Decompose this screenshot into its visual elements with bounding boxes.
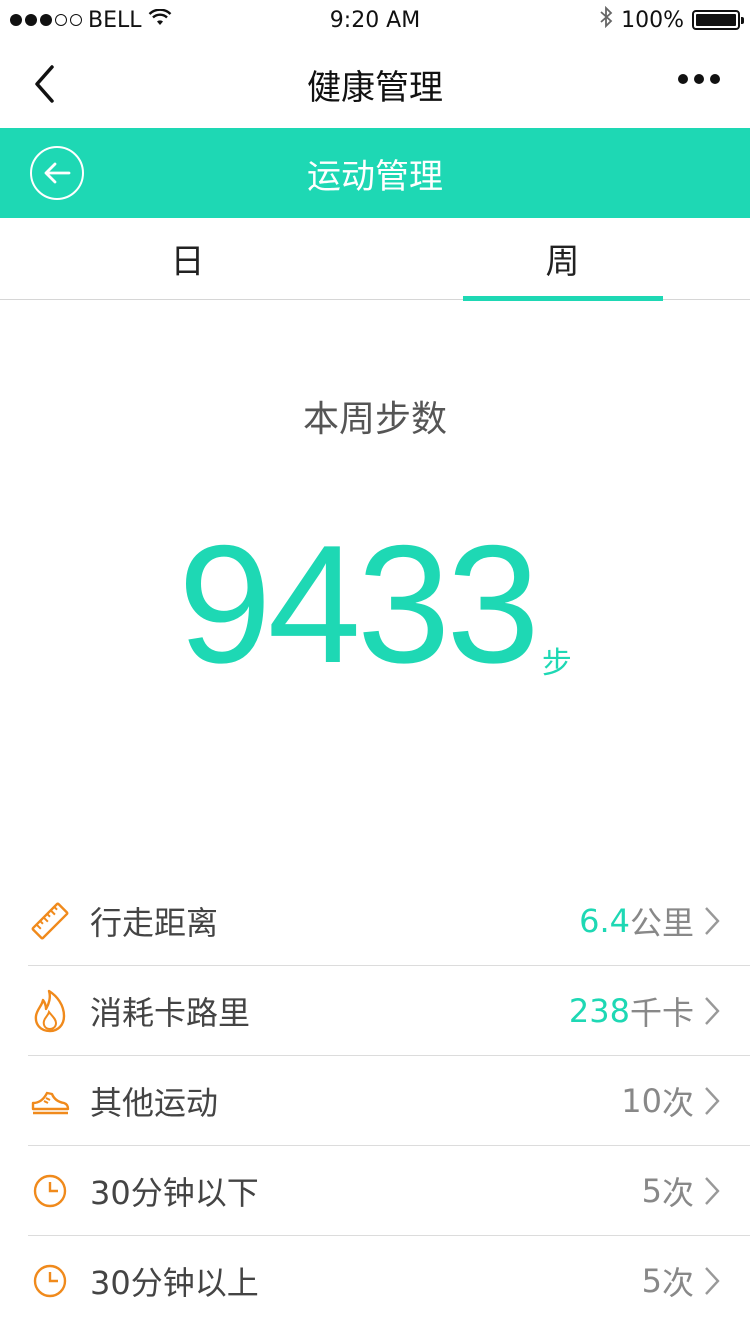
list-item-label: 其他运动 (90, 1083, 219, 1122)
steps-count: 9433 (178, 510, 540, 698)
carrier-label: BELL (88, 7, 142, 33)
tab-day[interactable]: 日 (0, 218, 375, 299)
clock-icon (28, 1169, 72, 1213)
value-number: 6.4 (579, 901, 630, 940)
list-item-label: 消耗卡路里 (90, 993, 251, 1032)
weekly-steps-label: 本周步数 (302, 399, 447, 440)
wifi-icon (148, 8, 172, 33)
stats-list: 行走距离 6.4 公里 消耗卡路里 238 千卡 其他运动 10 次 30分钟以… (28, 876, 750, 1326)
section-header: 运动管理 (0, 128, 750, 218)
value-unit: 公里 (629, 903, 694, 942)
value-unit: 次 (661, 1173, 694, 1212)
arrow-left-circle-icon (44, 162, 71, 184)
chevron-right-icon (704, 996, 722, 1026)
list-item-under-30min[interactable]: 30分钟以下 5 次 (28, 1146, 750, 1236)
value-unit: 千卡 (629, 993, 694, 1032)
value-unit: 次 (661, 1083, 694, 1122)
tab-week[interactable]: 周 (375, 218, 750, 301)
steps-display: 9433 步 (0, 520, 750, 688)
list-item-value: 6.4 公里 (579, 898, 722, 944)
list-item-other-sports[interactable]: 其他运动 10 次 (28, 1056, 750, 1146)
status-bar: BELL 9:20 AM 100% (0, 0, 750, 40)
list-item-value: 5 次 (642, 1258, 722, 1304)
value-number: 5 (641, 1262, 662, 1300)
chevron-right-icon (704, 1086, 722, 1116)
section-title: 运动管理 (307, 156, 443, 197)
value-number: 10 (621, 1081, 662, 1120)
value-unit: 次 (661, 1264, 694, 1302)
chevron-right-icon (704, 906, 722, 936)
signal-strength-icon (10, 14, 82, 26)
more-button[interactable] (678, 74, 720, 84)
nav-bar: 健康管理 (0, 40, 750, 128)
battery-icon (692, 10, 744, 30)
value-number: 5 (641, 1171, 662, 1210)
back-button[interactable] (24, 62, 64, 106)
page-title: 健康管理 (307, 67, 443, 108)
list-item-label: 30分钟以上 (90, 1264, 259, 1302)
ruler-icon (28, 899, 72, 943)
bluetooth-icon (599, 5, 613, 34)
flame-icon (28, 989, 72, 1033)
list-item-value: 5 次 (642, 1168, 722, 1214)
battery-fill (696, 14, 736, 26)
list-item-value: 238 千卡 (569, 988, 722, 1034)
list-item-calories[interactable]: 消耗卡路里 238 千卡 (28, 966, 750, 1056)
clock-icon (28, 1259, 72, 1303)
steps-unit: 步 (541, 646, 572, 681)
battery-percent: 100% (621, 7, 684, 33)
list-item-walk-distance[interactable]: 行走距离 6.4 公里 (28, 876, 750, 966)
more-dots-icon (678, 74, 688, 84)
status-left: BELL (10, 8, 172, 33)
chevron-right-icon (704, 1176, 722, 1206)
list-item-label: 行走距离 (90, 903, 219, 942)
list-item-over-30min[interactable]: 30分钟以上 5 次 (28, 1236, 750, 1326)
list-item-value: 10 次 (621, 1078, 722, 1124)
status-right: 100% (599, 5, 744, 34)
value-number: 238 (568, 991, 630, 1030)
header-back-button[interactable] (30, 146, 84, 200)
list-item-label: 30分钟以下 (90, 1173, 259, 1212)
chevron-right-icon (704, 1266, 722, 1296)
period-tabs: 日 周 (0, 218, 750, 301)
sneaker-icon (28, 1079, 72, 1123)
chevron-left-icon (35, 65, 54, 103)
